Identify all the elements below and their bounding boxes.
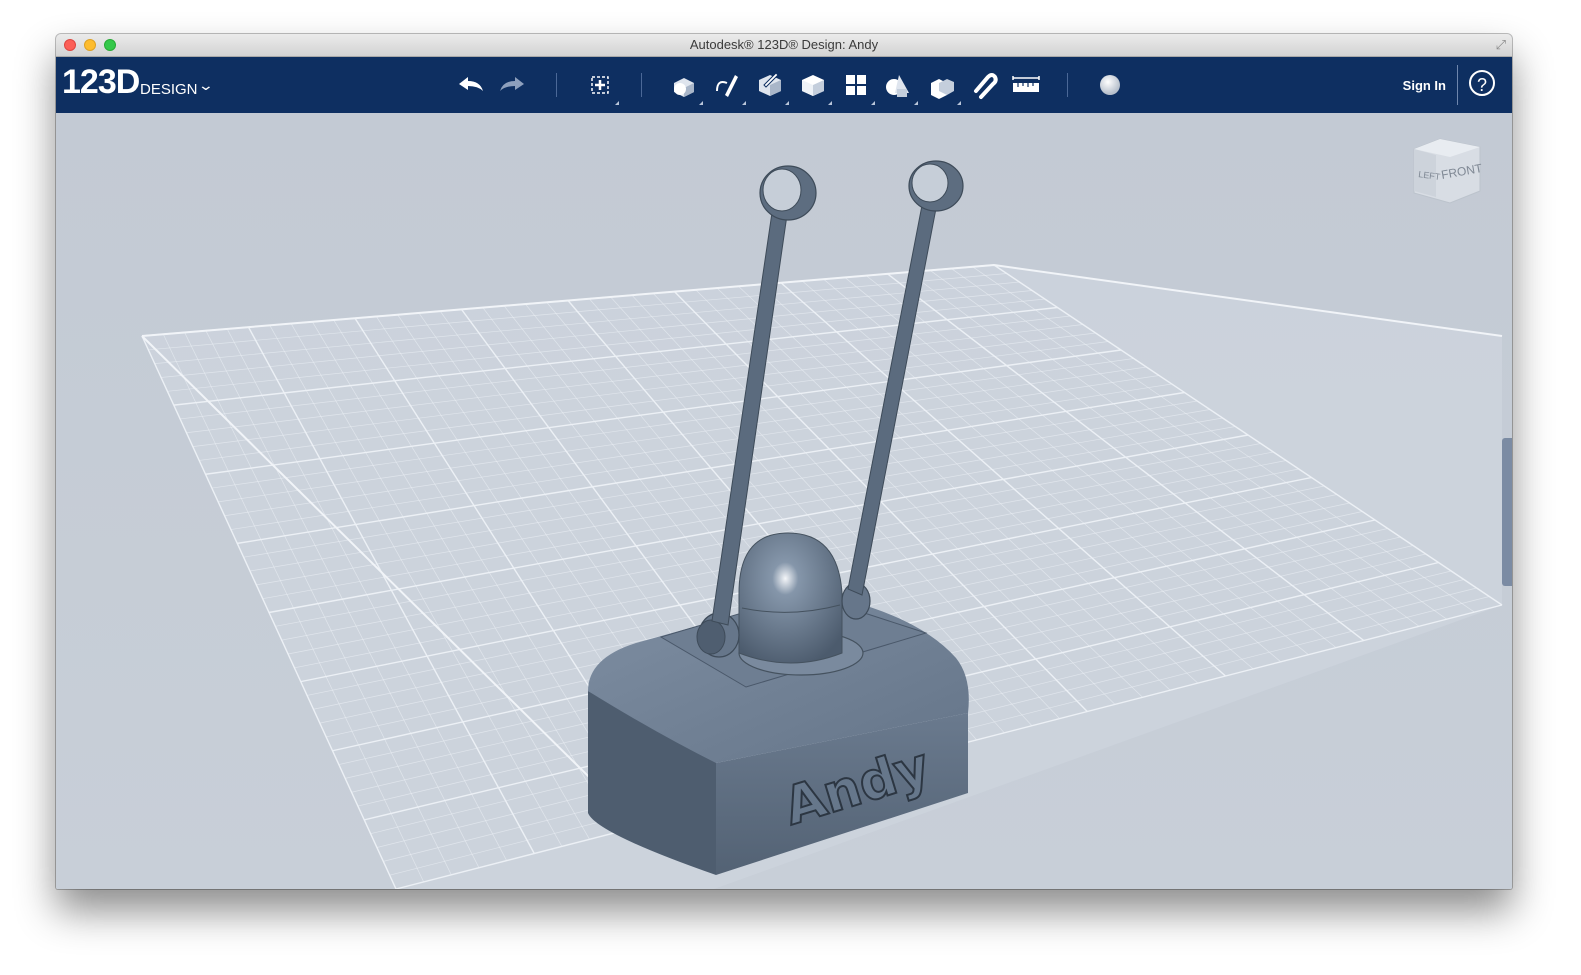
title-bar: Autodesk® 123D® Design: Andy ⤢ [56,34,1512,57]
dropdown-indicator [742,101,746,105]
material-icon [1100,75,1120,95]
dropdown-indicator [785,101,789,105]
combine-icon [931,79,954,99]
3d-viewport[interactable]: Andy LEFT FRONT [56,113,1512,889]
dropdown-indicator [828,101,832,105]
snap-button[interactable] [968,69,1000,101]
pattern-icon [846,75,866,95]
dropdown-indicator [914,101,918,105]
app-logo-subtitle[interactable]: DESIGN [140,81,198,98]
material-button[interactable] [1094,69,1126,101]
primitives-icon [674,78,694,97]
app-menu-chevron-icon[interactable]: ⌄ [198,77,214,94]
dropdown-indicator [699,101,703,105]
dropdown-indicator [957,101,961,105]
sign-in-link[interactable]: Sign In [1403,78,1446,93]
measure-icon [1012,76,1040,92]
help-icon[interactable]: ? [1469,70,1495,96]
construct-icon [759,72,781,96]
view-cube[interactable]: LEFT FRONT [1410,137,1486,207]
snap-icon [974,73,998,99]
toolbar-separator [1457,65,1458,105]
undo-icon [459,77,483,91]
app-window: Autodesk® 123D® Design: Andy ⤢ 123D DESI… [56,34,1512,889]
grouping-button[interactable] [883,69,918,105]
measure-button[interactable] [1010,69,1042,101]
scene-canvas[interactable]: Andy [56,113,1512,889]
transform-button[interactable] [584,69,619,105]
sketch-icon [716,75,738,97]
primitives-button[interactable] [668,69,703,105]
dropdown-indicator [871,101,875,105]
sketch-button[interactable] [711,69,746,105]
toolbar-separator [556,73,557,97]
pattern-button[interactable] [840,69,875,105]
main-toolbar: 123D DESIGN ⌄ Sign In ? [56,57,1512,113]
transform-icon [591,76,609,94]
toolbar-separator [1067,73,1068,97]
redo-icon [500,77,524,91]
toolbar-separator [641,73,642,97]
undo-button[interactable] [454,69,486,101]
grouping-icon [886,75,909,97]
modify-icon [802,75,824,96]
construct-button[interactable] [754,69,789,105]
app-logo[interactable]: 123D [62,63,140,102]
fullscreen-icon[interactable]: ⤢ [1496,37,1506,53]
modify-button[interactable] [797,69,832,105]
side-panel-handle[interactable] [1502,438,1512,586]
combine-button[interactable] [926,69,961,105]
redo-button[interactable] [497,69,529,101]
window-title: Autodesk® 123D® Design: Andy [689,37,879,52]
dropdown-indicator [615,101,619,105]
